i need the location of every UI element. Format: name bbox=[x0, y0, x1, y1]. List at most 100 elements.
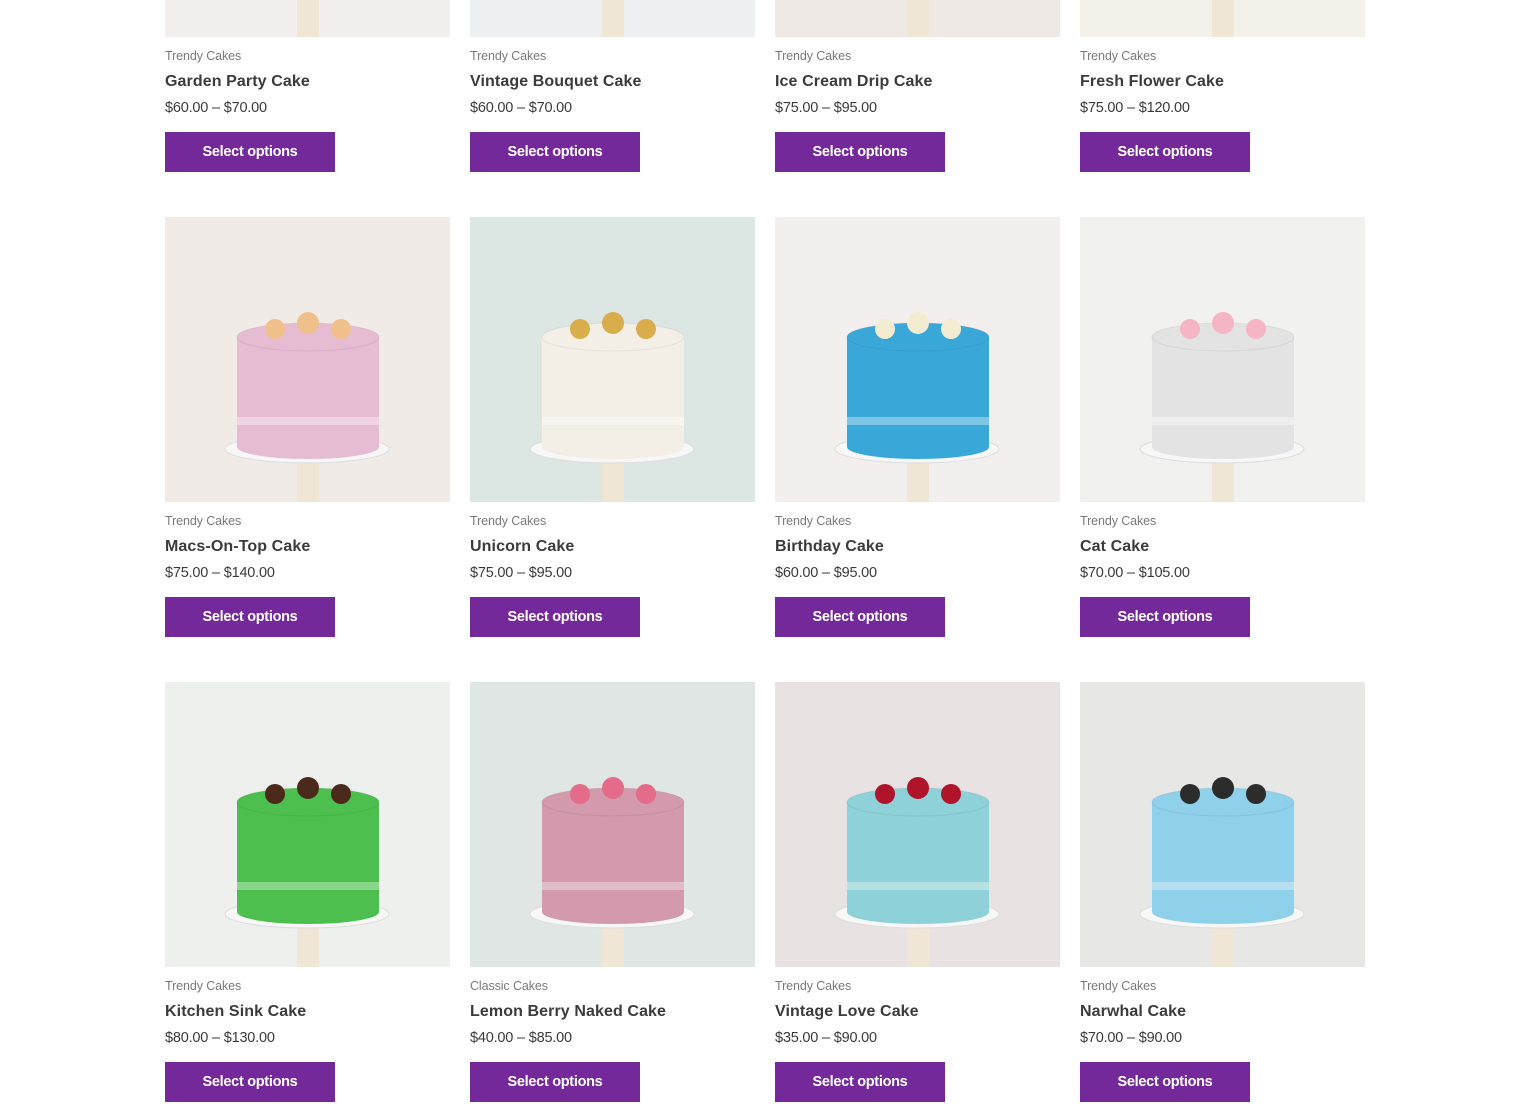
product-image-link[interactable] bbox=[775, 0, 1060, 37]
price-min: $35.00 bbox=[775, 1030, 819, 1046]
price-max: $90.00 bbox=[1138, 1030, 1182, 1046]
product-card[interactable]: Trendy Cakes Birthday Cake $60.00 – $95.00… bbox=[775, 217, 1060, 682]
product-title[interactable]: Ice Cream Drip Cake bbox=[775, 73, 933, 91]
select-options-button[interactable]: Select options bbox=[1080, 1062, 1250, 1102]
product-card[interactable]: Trendy Cakes Macs-On-Top Cake $75.00 – $14… bbox=[165, 217, 450, 682]
product-category[interactable]: Classic Cakes bbox=[470, 979, 548, 993]
cake-image bbox=[1080, 217, 1365, 502]
product-card[interactable]: Classic Cakes Lemon Berry Naked Cake $40.0… bbox=[470, 682, 755, 1115]
product-title[interactable]: Cat Cake bbox=[1080, 538, 1149, 556]
product-card[interactable]: Trendy Cakes Garden Party Cake $60.00 – $7… bbox=[165, 0, 450, 217]
product-title[interactable]: Kitchen Sink Cake bbox=[165, 1003, 306, 1021]
product-price: $80.00 – $130.00 bbox=[165, 1030, 275, 1046]
price-max: $95.00 bbox=[528, 565, 572, 581]
select-options-button[interactable]: Select options bbox=[165, 597, 335, 637]
price-separator: – bbox=[1127, 565, 1135, 581]
select-options-button[interactable]: Select options bbox=[775, 1062, 945, 1102]
product-category[interactable]: Trendy Cakes bbox=[165, 514, 241, 528]
price-max: $90.00 bbox=[833, 1030, 877, 1046]
product-category[interactable]: Trendy Cakes bbox=[775, 49, 851, 63]
product-price: $40.00 – $85.00 bbox=[470, 1030, 572, 1046]
product-image-link[interactable] bbox=[165, 682, 450, 967]
select-options-button[interactable]: Select options bbox=[1080, 132, 1250, 172]
price-separator: – bbox=[517, 100, 525, 116]
product-category[interactable]: Trendy Cakes bbox=[470, 49, 546, 63]
product-card[interactable]: Trendy Cakes Fresh Flower Cake $75.00 – $1… bbox=[1080, 0, 1365, 217]
product-card[interactable]: Trendy Cakes Narwhal Cake $70.00 – $90.00 S… bbox=[1080, 682, 1365, 1115]
cake-image bbox=[470, 682, 755, 967]
price-min: $60.00 bbox=[470, 100, 514, 116]
product-card[interactable]: Trendy Cakes Ice Cream Drip Cake $75.00 – … bbox=[775, 0, 1060, 217]
price-max: $120.00 bbox=[1138, 100, 1190, 116]
select-options-button[interactable]: Select options bbox=[165, 1062, 335, 1102]
product-category[interactable]: Trendy Cakes bbox=[165, 49, 241, 63]
price-max: $70.00 bbox=[223, 100, 267, 116]
cake-image bbox=[470, 0, 755, 37]
price-separator: – bbox=[1127, 1030, 1135, 1046]
price-min: $40.00 bbox=[470, 1030, 514, 1046]
product-category[interactable]: Trendy Cakes bbox=[1080, 49, 1156, 63]
price-min: $70.00 bbox=[1080, 565, 1124, 581]
product-title[interactable]: Lemon Berry Naked Cake bbox=[470, 1003, 666, 1021]
product-image-link[interactable] bbox=[775, 682, 1060, 967]
product-image-link[interactable] bbox=[1080, 682, 1365, 967]
product-category[interactable]: Trendy Cakes bbox=[1080, 979, 1156, 993]
select-options-button[interactable]: Select options bbox=[470, 597, 640, 637]
cake-image bbox=[165, 0, 450, 37]
product-category[interactable]: Trendy Cakes bbox=[1080, 514, 1156, 528]
product-title[interactable]: Garden Party Cake bbox=[165, 73, 310, 91]
product-image-link[interactable] bbox=[1080, 0, 1365, 37]
select-options-button[interactable]: Select options bbox=[470, 1062, 640, 1102]
product-category[interactable]: Trendy Cakes bbox=[470, 514, 546, 528]
product-title[interactable]: Vintage Bouquet Cake bbox=[470, 73, 642, 91]
product-price: $60.00 – $70.00 bbox=[470, 100, 572, 116]
price-separator: – bbox=[822, 100, 830, 116]
product-title[interactable]: Narwhal Cake bbox=[1080, 1003, 1186, 1021]
price-max: $95.00 bbox=[833, 565, 877, 581]
product-price: $75.00 – $120.00 bbox=[1080, 100, 1190, 116]
product-image-link[interactable] bbox=[165, 0, 450, 37]
price-max: $95.00 bbox=[833, 100, 877, 116]
product-title[interactable]: Vintage Love Cake bbox=[775, 1003, 919, 1021]
product-image-link[interactable] bbox=[470, 217, 755, 502]
product-image-link[interactable] bbox=[470, 0, 755, 37]
price-min: $60.00 bbox=[775, 565, 819, 581]
price-min: $70.00 bbox=[1080, 1030, 1124, 1046]
product-card[interactable]: Trendy Cakes Vintage Love Cake $35.00 – $9… bbox=[775, 682, 1060, 1115]
product-card[interactable]: Trendy Cakes Vintage Bouquet Cake $60.00 –… bbox=[470, 0, 755, 217]
select-options-button[interactable]: Select options bbox=[1080, 597, 1250, 637]
product-category[interactable]: Trendy Cakes bbox=[775, 514, 851, 528]
product-image-link[interactable] bbox=[470, 682, 755, 967]
product-card[interactable]: Trendy Cakes Kitchen Sink Cake $80.00 – $1… bbox=[165, 682, 450, 1115]
product-category[interactable]: Trendy Cakes bbox=[165, 979, 241, 993]
product-card[interactable]: Trendy Cakes Cat Cake $70.00 – $105.00 Sele… bbox=[1080, 217, 1365, 682]
product-title[interactable]: Macs-On-Top Cake bbox=[165, 538, 310, 556]
product-image-link[interactable] bbox=[165, 217, 450, 502]
product-title[interactable]: Birthday Cake bbox=[775, 538, 884, 556]
product-price: $35.00 – $90.00 bbox=[775, 1030, 877, 1046]
price-max: $105.00 bbox=[1138, 565, 1190, 581]
product-price: $60.00 – $95.00 bbox=[775, 565, 877, 581]
price-separator: – bbox=[517, 565, 525, 581]
select-options-button[interactable]: Select options bbox=[775, 597, 945, 637]
price-max: $85.00 bbox=[528, 1030, 572, 1046]
product-price: $60.00 – $70.00 bbox=[165, 100, 267, 116]
product-title[interactable]: Fresh Flower Cake bbox=[1080, 73, 1224, 91]
price-separator: – bbox=[822, 1030, 830, 1046]
price-separator: – bbox=[212, 100, 220, 116]
select-options-button[interactable]: Select options bbox=[775, 132, 945, 172]
product-image-link[interactable] bbox=[1080, 217, 1365, 502]
product-category[interactable]: Trendy Cakes bbox=[775, 979, 851, 993]
price-max: $130.00 bbox=[223, 1030, 275, 1046]
product-image-link[interactable] bbox=[775, 217, 1060, 502]
price-min: $75.00 bbox=[470, 565, 514, 581]
product-price: $70.00 – $105.00 bbox=[1080, 565, 1190, 581]
product-title[interactable]: Unicorn Cake bbox=[470, 538, 574, 556]
product-card[interactable]: Trendy Cakes Unicorn Cake $75.00 – $95.00 S… bbox=[470, 217, 755, 682]
product-price: $75.00 – $140.00 bbox=[165, 565, 275, 581]
select-options-button[interactable]: Select options bbox=[165, 132, 335, 172]
cake-image bbox=[470, 217, 755, 502]
cake-image bbox=[165, 682, 450, 967]
select-options-button[interactable]: Select options bbox=[470, 132, 640, 172]
cake-image bbox=[775, 682, 1060, 967]
